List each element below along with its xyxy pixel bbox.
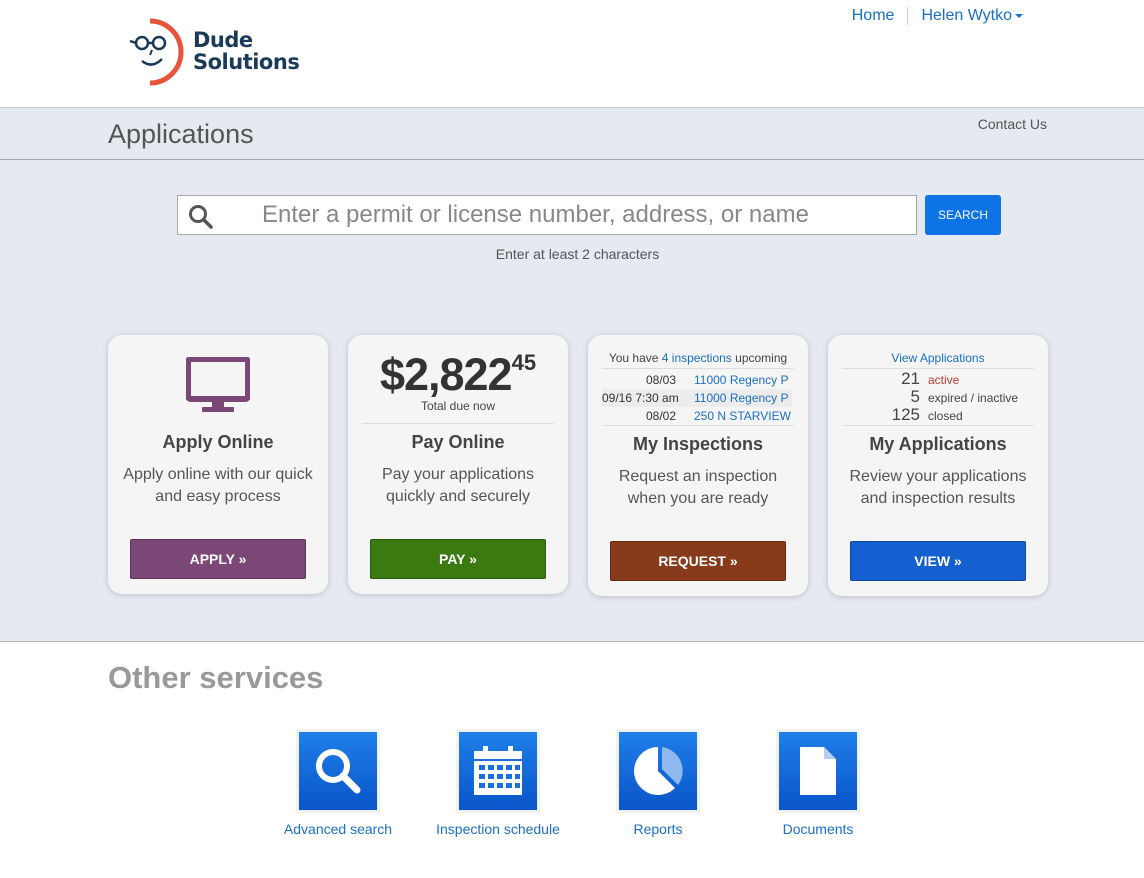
top-nav: Home Helen Wytko xyxy=(839,6,1036,26)
amount-cents: 45 xyxy=(512,350,536,375)
pay-card-title: Pay Online xyxy=(348,432,568,453)
inspection-row[interactable]: 08/02 250 N STARVIEW xyxy=(602,407,792,425)
nav-home-link[interactable]: Home xyxy=(839,6,908,26)
inspection-row[interactable]: 09/16 7:30 am 11000 Regency P xyxy=(602,389,792,407)
card-divider xyxy=(362,423,554,424)
total-due-amount: $2,82245 xyxy=(348,349,568,401)
inspection-address[interactable]: 11000 Regency P xyxy=(694,389,789,407)
service-advanced-search[interactable]: Advanced search xyxy=(258,731,418,837)
service-label[interactable]: Reports xyxy=(578,821,738,837)
total-due-label: Total due now xyxy=(348,399,568,413)
pay-button[interactable]: PAY » xyxy=(370,539,546,579)
stat-count: 21 xyxy=(828,370,920,388)
pay-card-description: Pay your applications quickly and secure… xyxy=(358,464,558,508)
stat-label: closed xyxy=(928,407,963,425)
card-divider xyxy=(602,425,794,426)
search-button[interactable]: SEARCH xyxy=(925,195,1001,235)
inspections-card-description: Request an inspection when you are ready xyxy=(598,466,798,510)
card-divider xyxy=(842,425,1034,426)
service-tile[interactable] xyxy=(458,731,538,811)
search-box xyxy=(177,195,917,235)
applications-card-description: Review your applications and inspection … xyxy=(838,466,1038,510)
logo-line-1: Dude xyxy=(193,29,299,51)
pay-online-card: $2,82245 Total due now Pay Online Pay yo… xyxy=(348,335,568,594)
service-label[interactable]: Documents xyxy=(738,821,898,837)
inspections-count-link[interactable]: 4 inspections xyxy=(662,351,732,365)
contact-us-link[interactable]: Contact Us xyxy=(978,116,1047,132)
applications-stat-row[interactable]: 5 expired / inactive xyxy=(828,388,1048,406)
service-tile[interactable] xyxy=(778,731,858,811)
apply-card-title: Apply Online xyxy=(108,432,328,453)
service-tile[interactable] xyxy=(298,731,378,811)
applications-card-title: My Applications xyxy=(828,434,1048,455)
my-applications-card: View Applications 21 active 5 expired / in… xyxy=(828,335,1048,596)
service-inspection-schedule[interactable]: Inspection schedule xyxy=(418,731,578,837)
search-input[interactable] xyxy=(262,196,902,234)
inspections-prefix: You have xyxy=(609,351,659,365)
inspections-suffix: upcoming xyxy=(735,351,787,365)
view-applications-link[interactable]: View Applications xyxy=(891,351,984,365)
stat-count: 125 xyxy=(828,406,920,424)
stat-count: 5 xyxy=(828,388,920,406)
applications-stat-row[interactable]: 21 active xyxy=(828,370,1048,388)
site-header: Dude Solutions Home Helen Wytko xyxy=(0,0,1144,107)
search-icon xyxy=(188,204,214,230)
service-documents[interactable]: Documents xyxy=(738,731,898,837)
inspection-date: 08/03 xyxy=(602,371,676,389)
stat-label: expired / inactive xyxy=(928,389,1018,407)
inspection-date: 08/02 xyxy=(602,407,676,425)
service-reports[interactable]: Reports xyxy=(578,731,738,837)
calendar-icon xyxy=(472,745,524,797)
page-title: Applications xyxy=(108,119,254,150)
apply-online-card: Apply Online Apply online with our quick… xyxy=(108,335,328,594)
inspections-card-title: My Inspections xyxy=(588,434,808,455)
card-divider xyxy=(842,368,1034,369)
service-label[interactable]: Advanced search xyxy=(258,821,418,837)
service-label[interactable]: Inspection schedule xyxy=(418,821,578,837)
caret-down-icon xyxy=(1015,14,1023,18)
inspection-row[interactable]: 08/03 11000 Regency P xyxy=(602,371,792,389)
title-bar: Applications Contact Us xyxy=(0,107,1144,160)
request-button[interactable]: REQUEST » xyxy=(610,541,786,581)
other-services-title: Other services xyxy=(108,660,323,696)
pie-chart-icon xyxy=(632,745,684,797)
logo-line-2: Solutions xyxy=(193,51,299,73)
logo-text: Dude Solutions xyxy=(193,29,299,73)
monitor-icon xyxy=(186,357,250,413)
applications-stat-row[interactable]: 125 closed xyxy=(828,406,1048,424)
dude-solutions-logo[interactable]: Dude Solutions xyxy=(128,17,318,87)
logo-face-icon xyxy=(128,17,188,87)
amount-dollars: $2,822 xyxy=(380,349,512,400)
stat-label: active xyxy=(928,371,959,389)
apply-card-description: Apply online with our quick and easy pro… xyxy=(118,464,318,508)
user-menu[interactable]: Helen Wytko xyxy=(908,6,1036,26)
inspection-date: 09/16 7:30 am xyxy=(602,389,676,407)
view-applications-header: View Applications xyxy=(828,351,1048,365)
my-inspections-card: You have 4 inspections upcoming 08/03 110… xyxy=(588,335,808,596)
document-icon xyxy=(798,745,838,797)
search-hint: Enter at least 2 characters xyxy=(0,246,1144,262)
view-button[interactable]: VIEW » xyxy=(850,541,1026,581)
magnifier-icon xyxy=(312,745,364,797)
inspection-address[interactable]: 250 N STARVIEW xyxy=(694,407,791,425)
service-tile[interactable] xyxy=(618,731,698,811)
main-panel: SEARCH Enter at least 2 characters Apply… xyxy=(0,160,1144,642)
card-divider xyxy=(602,368,794,369)
apply-button[interactable]: APPLY » xyxy=(130,539,306,579)
user-name: Helen Wytko xyxy=(921,7,1012,24)
inspections-summary: You have 4 inspections upcoming xyxy=(588,351,808,365)
inspection-address[interactable]: 11000 Regency P xyxy=(694,371,789,389)
